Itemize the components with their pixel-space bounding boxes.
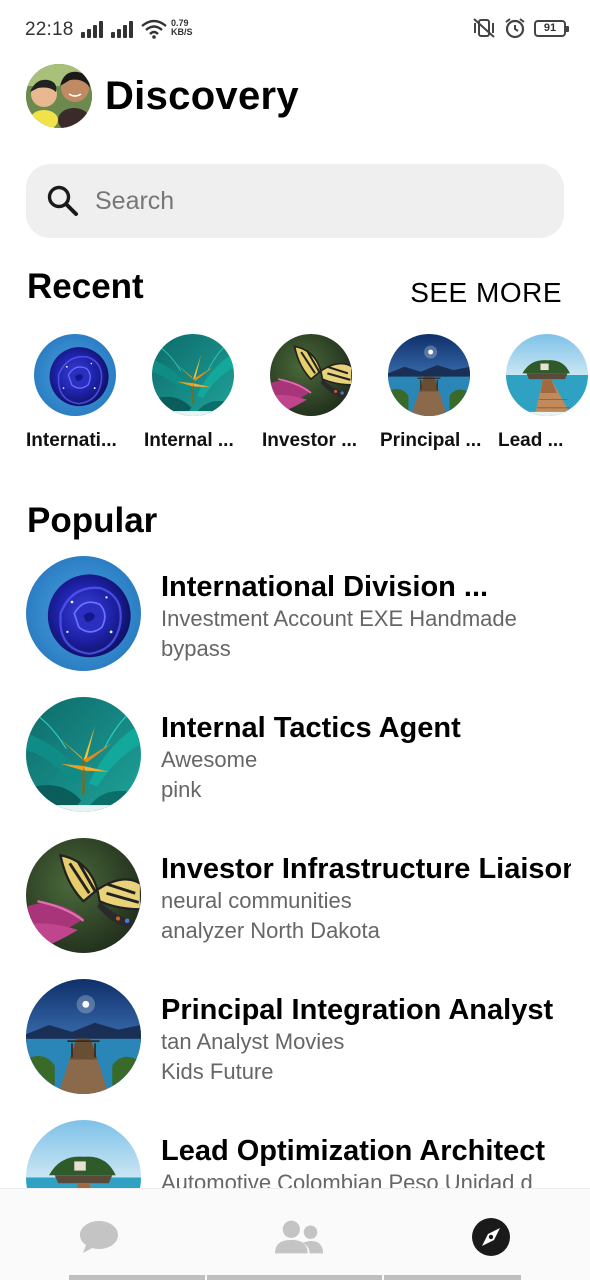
recent-thumbnail [506,334,588,416]
nav-chats-button[interactable] [74,1215,124,1259]
vibrate-icon [473,18,495,38]
popular-item-detail: pink [161,777,202,802]
network-speed-unit: KB/S [171,27,193,37]
recent-item[interactable]: Lead ... [498,334,590,452]
recent-item-label: Principal ... [380,430,482,451]
recent-thumbnail [270,334,352,416]
popular-item-detail: analyzer North Dakota [161,918,380,943]
popular-section-title: Popular [27,501,158,540]
popular-item-detail: Kids Future [161,1059,274,1084]
recent-item-label: Internal ... [144,430,234,451]
popular-item-name: International Division ... [161,571,489,603]
network-speed: 0.79 KB/S [171,19,193,37]
popular-item-name: Lead Optimization Architect [161,1135,546,1167]
recent-item-label: Investor ... [262,430,358,451]
recent-thumbnail [34,334,116,416]
popular-thumbnail [26,556,141,671]
signal-icon [111,20,135,38]
popular-item-detail: Automotive Colombian Peso Unidad d [161,1170,533,1188]
recent-item-label: Lead ... [498,430,564,451]
popular-item[interactable]: Investor Infrastructure Liaison neural c… [26,838,590,954]
gesture-bar [207,1275,382,1280]
chat-bubble-icon [80,1221,118,1253]
popular-thumbnail [26,697,141,812]
recent-thumbnail [388,334,470,416]
recent-item[interactable]: Internati... [26,334,136,452]
gesture-bar [69,1275,205,1280]
compass-icon [472,1218,510,1256]
alarm-icon [505,18,525,39]
recent-item[interactable]: Principal ... [380,334,490,452]
wifi-icon [141,19,167,39]
popular-item[interactable]: International Division ... Investment Ac… [26,556,590,672]
popular-thumbnail [26,838,141,953]
popular-item-detail: neural communities [161,888,352,913]
popular-item-name: Principal Integration Analyst [161,994,554,1026]
popular-item[interactable]: Principal Integration Analyst tan Analys… [26,979,590,1095]
profile-avatar[interactable] [26,64,92,128]
popular-item-detail: Investment Account EXE Handmade [161,606,517,631]
search-icon [47,185,78,216]
page-title: Discovery [105,73,299,118]
signal-icon [81,20,105,38]
header: Discovery [26,64,299,128]
battery-icon: 91 [534,19,569,37]
recent-item-label: Internati... [26,430,117,451]
popular-item-detail: bypass [161,636,231,661]
popular-item-detail: Awesome [161,747,258,772]
popular-thumbnail [26,1120,141,1188]
search-bar[interactable] [26,164,564,238]
recent-section-title: Recent [27,267,144,306]
nav-people-button[interactable] [274,1215,324,1259]
search-input[interactable] [95,186,495,216]
recent-list: Internati... Internal ... Investor ... P… [26,334,590,464]
popular-item-name: Investor Infrastructure Liaison [161,853,571,885]
people-icon [274,1220,324,1254]
see-more-button[interactable]: SEE MORE [410,277,562,309]
nav-discover-button[interactable] [466,1215,516,1259]
popular-thumbnail [26,979,141,1094]
popular-item[interactable]: Internal Tactics Agent Awesome pink [26,697,590,813]
status-bar: 22:18 0.79 KB/S 91 [0,0,590,60]
recent-thumbnail [152,334,234,416]
recent-item[interactable]: Internal ... [144,334,254,452]
recent-item[interactable]: Investor ... [262,334,372,452]
popular-item[interactable]: Lead Optimization Architect Automotive C… [26,1120,590,1188]
gesture-bar [384,1275,521,1280]
status-time: 22:18 [25,19,74,40]
battery-level: 91 [543,22,557,34]
popular-item-name: Internal Tactics Agent [161,712,461,744]
popular-item-detail: tan Analyst Movies [161,1029,345,1054]
bottom-navigation [0,1188,590,1280]
